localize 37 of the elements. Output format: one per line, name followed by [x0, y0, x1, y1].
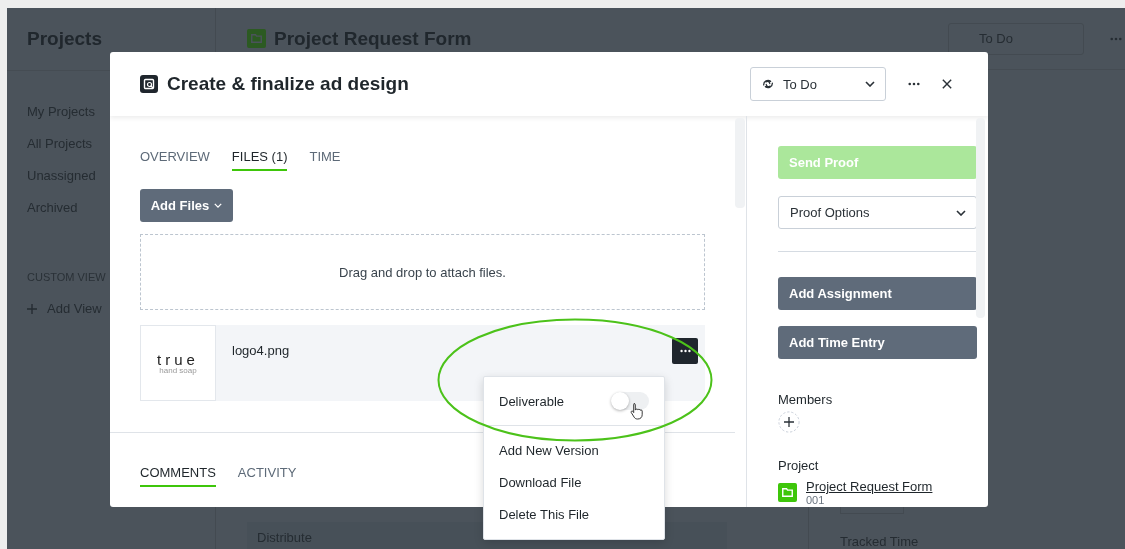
status-dropdown[interactable]: To Do	[750, 67, 886, 101]
more-button[interactable]	[672, 338, 698, 364]
tab[interactable]: ACTIVITY	[237, 465, 297, 487]
scrollbar[interactable]	[735, 118, 745, 208]
chevron-down-icon	[956, 209, 966, 216]
project-label: Project	[778, 458, 820, 473]
menu-item[interactable]: Download File	[484, 467, 664, 499]
task-icon	[140, 75, 158, 93]
pointer-cursor-icon	[630, 402, 644, 420]
drop-zone[interactable]: Drag and drop to attach files.	[140, 234, 705, 310]
add-member-icon[interactable]	[778, 411, 800, 433]
project-link[interactable]: Project Request Form	[806, 479, 933, 494]
more-icon[interactable]	[908, 82, 920, 86]
tab[interactable]: COMMENTS	[140, 465, 216, 487]
members-label: Members	[778, 392, 834, 407]
file-thumbnail: true hand soap	[140, 325, 216, 401]
menu-item[interactable]: Add New Version	[484, 435, 664, 467]
chevron-down-icon	[214, 203, 223, 208]
file-name: logo4.png	[232, 343, 291, 358]
action-button[interactable]: Add Time Entry	[778, 326, 977, 359]
close-icon[interactable]	[942, 79, 952, 89]
tab[interactable]: TIME	[309, 149, 341, 171]
plus-icon	[27, 303, 37, 314]
folder-icon	[778, 483, 797, 502]
project-number: 001	[806, 494, 825, 506]
dialog-title: Create & finalize ad design	[167, 73, 410, 95]
scrollbar[interactable]	[976, 118, 985, 318]
toggle-switch[interactable]	[611, 392, 649, 410]
tab[interactable]: OVERVIEW	[140, 149, 210, 171]
chevron-down-icon	[865, 81, 875, 87]
tab[interactable]: FILES (1)	[231, 149, 288, 171]
add-files-button[interactable]: Add Files	[140, 189, 233, 222]
folder-icon	[247, 29, 266, 48]
proof-options-dropdown[interactable]: Proof Options	[778, 196, 977, 229]
status-icon	[761, 77, 775, 91]
more-icon	[679, 349, 691, 353]
action-button[interactable]: Add Assignment	[778, 277, 977, 310]
